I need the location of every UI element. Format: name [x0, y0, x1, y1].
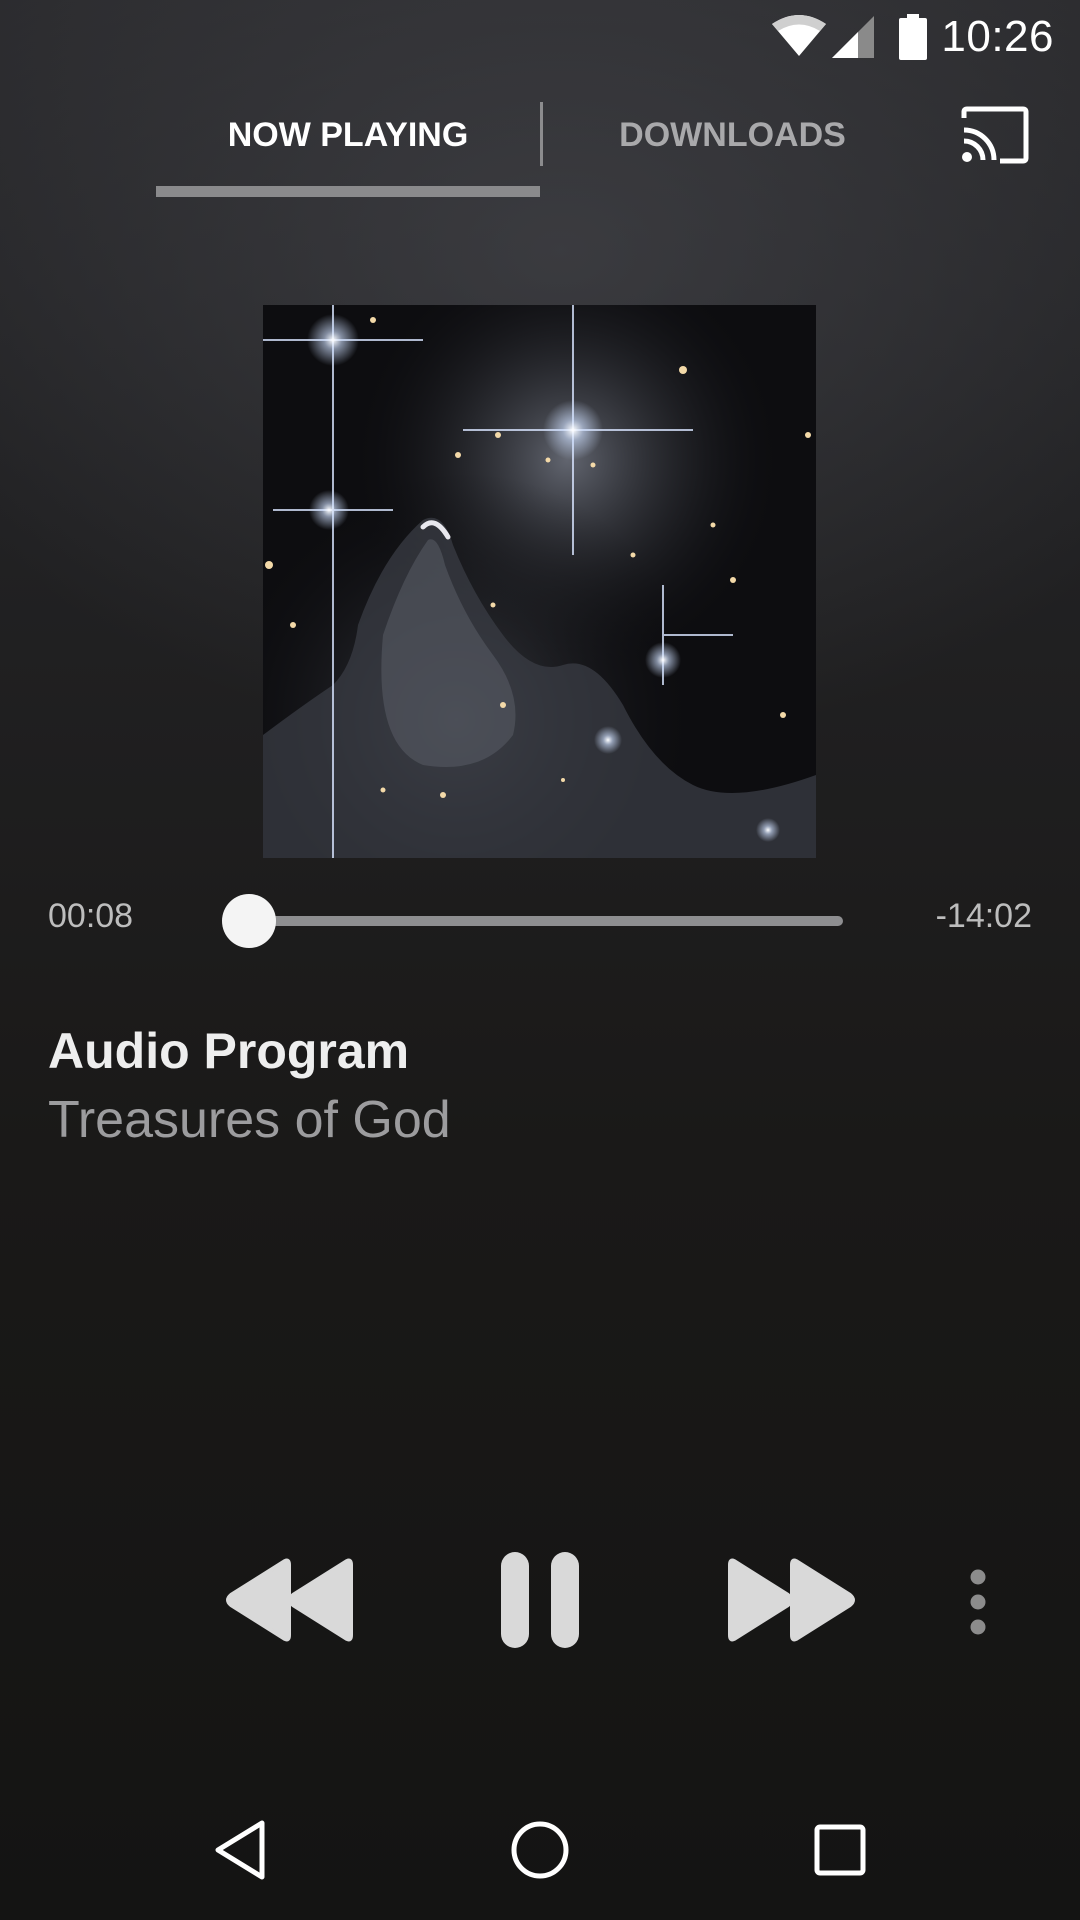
fast-forward-button[interactable] — [720, 1545, 865, 1655]
more-options-button[interactable] — [955, 1560, 1001, 1644]
status-time: 10:26 — [941, 12, 1054, 61]
remaining-time: -14:02 — [935, 897, 1032, 935]
recents-icon — [814, 1824, 866, 1876]
pause-icon — [501, 1552, 579, 1648]
tab-downloads[interactable]: DOWNLOADS — [545, 95, 920, 175]
back-icon — [215, 1820, 265, 1880]
cast-icon — [961, 106, 1029, 164]
wifi-icon — [770, 14, 828, 63]
tab-divider — [540, 102, 543, 166]
seek-bar[interactable] — [243, 916, 843, 926]
program-title: Audio Program — [48, 1023, 410, 1079]
cast-button[interactable] — [955, 100, 1035, 170]
nav-recents-button[interactable] — [805, 1815, 875, 1885]
more-vert-icon — [970, 1569, 986, 1635]
tab-now-playing-label: NOW PLAYING — [227, 115, 469, 154]
rewind-icon — [225, 1558, 353, 1642]
nav-home-button[interactable] — [505, 1815, 575, 1885]
tab-downloads-label: DOWNLOADS — [619, 115, 846, 154]
fast-forward-icon — [727, 1558, 855, 1642]
home-icon — [511, 1821, 569, 1879]
seek-thumb[interactable] — [222, 894, 276, 948]
tab-indicator — [156, 186, 540, 197]
elapsed-time: 00:08 — [48, 897, 134, 935]
battery-icon — [898, 14, 928, 65]
pause-button[interactable] — [485, 1540, 595, 1660]
rewind-button[interactable] — [215, 1545, 360, 1655]
status-bar: 10:26 — [0, 0, 1080, 75]
nav-back-button[interactable] — [205, 1815, 275, 1885]
signal-icon — [830, 14, 876, 65]
program-subtitle: Treasures of God — [48, 1091, 451, 1149]
album-art — [263, 305, 816, 858]
tab-now-playing[interactable]: NOW PLAYING — [156, 95, 540, 175]
